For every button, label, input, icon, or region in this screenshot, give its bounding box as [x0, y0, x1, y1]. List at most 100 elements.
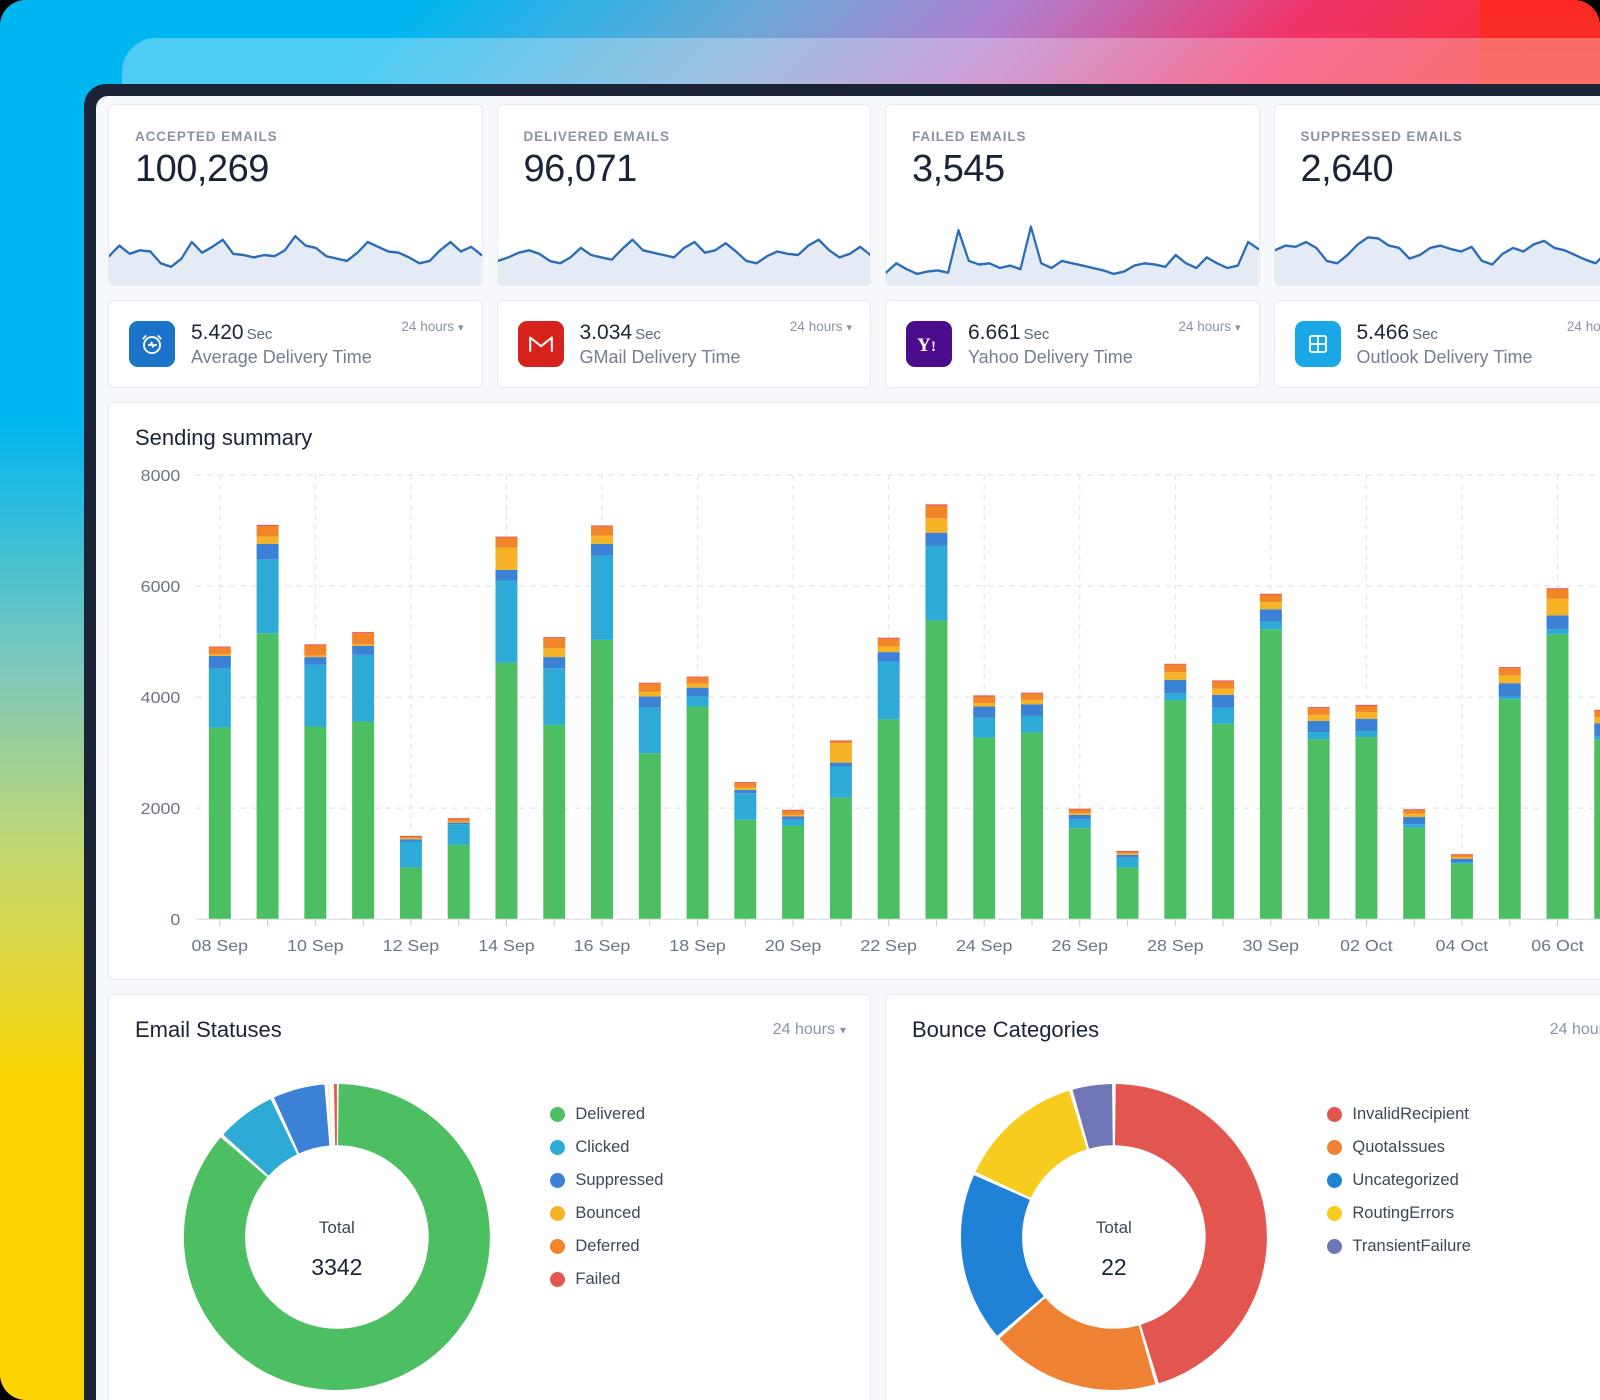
legend-item[interactable]: InvalidRecipient	[1327, 1105, 1600, 1124]
delivery-time-range-label: 24 hours	[789, 319, 843, 334]
svg-text:10 Sep: 10 Sep	[287, 937, 344, 955]
bounce-categories-donut-area: Total 22 InvalidRecipient QuotaIssues Uncat…	[886, 1057, 1600, 1400]
svg-text:28 Sep: 28 Sep	[1147, 937, 1204, 955]
kpi-label: FAILED EMAILS	[912, 129, 1027, 144]
svg-text:22: 22	[1101, 1254, 1127, 1280]
delivery-time-card: Y! 6.661 Sec Yahoo Delivery Time 24 hours ▾	[885, 300, 1260, 388]
delivery-time-range-dropdown[interactable]: 24 hours▾	[790, 319, 852, 334]
bounce-categories-title: Bounce Categories	[912, 1017, 1100, 1042]
svg-text:22 Sep: 22 Sep	[860, 937, 917, 955]
legend-label: TransientFailure	[1352, 1237, 1471, 1255]
legend-label: Clicked	[575, 1138, 630, 1156]
email-statuses-range-dropdown[interactable]: 24 hours ▾	[773, 1021, 846, 1039]
delivery-time-value: 5.466	[1356, 320, 1410, 344]
delivery-time-range-label: 24 hours	[1566, 319, 1600, 334]
kpi-value: 2,640	[1300, 148, 1394, 190]
kpi-label: SUPPRESSED EMAILS	[1300, 129, 1463, 144]
legend-color-dot	[550, 1140, 566, 1155]
svg-text:4000: 4000	[141, 689, 181, 707]
kpi-row: ACCEPTED EMAILS 100,269 DELIVERED EMAILS 96…	[108, 96, 1600, 286]
legend-item[interactable]: Delivered	[550, 1105, 870, 1124]
legend-color-dot	[550, 1107, 566, 1122]
delivery-time-unit: Sec	[246, 325, 273, 343]
delivery-time-value: 3.034	[579, 320, 633, 344]
legend-color-dot	[550, 1206, 566, 1221]
svg-text:08 Sep: 08 Sep	[192, 937, 249, 955]
delivery-time-row: 5.420 Sec Average Delivery Time 24 hours ▾ 3.…	[108, 300, 1600, 388]
email-statuses-title: Email Statuses	[135, 1017, 282, 1042]
legend-item[interactable]: Suppressed	[550, 1171, 870, 1190]
legend-color-dot	[550, 1173, 566, 1188]
svg-text:2000: 2000	[141, 800, 181, 818]
bounce-categories-donut: Total 22	[886, 1057, 1327, 1400]
bounce-categories-range-dropdown[interactable]: 24 hours▾	[1550, 1021, 1600, 1039]
legend-label: InvalidRecipient	[1352, 1105, 1469, 1123]
kpi-sparkline	[497, 213, 870, 285]
delivery-time-card: 3.034 Sec GMail Delivery Time 24 hours ▾	[496, 300, 871, 388]
chevron-down-icon: ▾	[1234, 322, 1241, 334]
svg-text:26 Sep: 26 Sep	[1052, 937, 1109, 955]
kpi-card: FAILED EMAILS 3,545	[885, 104, 1260, 286]
kpi-sparkline	[1274, 213, 1600, 285]
yahoo-icon: Y!	[906, 321, 952, 367]
delivery-time-value: 5.420	[191, 320, 244, 344]
svg-text:0: 0	[170, 911, 180, 929]
svg-text:8000: 8000	[141, 467, 181, 485]
legend-item[interactable]: Failed	[550, 1270, 870, 1289]
delivery-time-texts: 5.466 Sec Outlook Delivery Time	[1357, 321, 1600, 368]
svg-text:Total: Total	[1096, 1218, 1132, 1237]
kpi-value: 3,545	[912, 148, 1005, 190]
legend-color-dot	[1327, 1239, 1343, 1254]
legend-color-dot	[1327, 1107, 1343, 1122]
gmail-icon	[517, 321, 564, 367]
delivery-time-unit: Sec	[635, 325, 661, 343]
kpi-card: DELIVERED EMAILS 96,071	[496, 104, 871, 286]
legend-label: Bounced	[575, 1204, 641, 1222]
kpi-sparkline	[886, 213, 1259, 285]
chevron-down-icon: ▾	[839, 1023, 846, 1037]
legend-color-dot	[1327, 1173, 1343, 1188]
legend-item[interactable]: QuotaIssues	[1327, 1138, 1600, 1157]
legend-label: Delivered	[575, 1105, 646, 1123]
delivery-time-range-dropdown[interactable]: 24 hours▾	[1178, 319, 1240, 334]
delivery-time-name: GMail Delivery Time	[579, 346, 741, 367]
kpi-card: SUPPRESSED EMAILS 2,640	[1273, 104, 1600, 286]
email-statuses-panel: Email Statuses 24 hours ▾ Total 3342 Deliv…	[108, 994, 871, 1400]
svg-text:20 Sep: 20 Sep	[765, 937, 822, 955]
svg-text:!: !	[931, 339, 936, 355]
svg-text:12 Sep: 12 Sep	[383, 937, 440, 955]
email-statuses-range-label: 24 hours	[772, 1021, 835, 1038]
legend-item[interactable]: RoutingErrors	[1327, 1204, 1600, 1223]
svg-text:02 Oct: 02 Oct	[1340, 937, 1393, 955]
chevron-down-icon: ▾	[457, 322, 464, 334]
svg-text:24 Sep: 24 Sep	[956, 937, 1013, 955]
delivery-time-value: 6.661	[968, 320, 1021, 344]
legend-item[interactable]: Clicked	[550, 1138, 870, 1157]
svg-text:6000: 6000	[141, 578, 181, 596]
legend-item[interactable]: Deferred	[550, 1237, 870, 1256]
legend-label: Uncategorized	[1352, 1171, 1459, 1189]
legend-label: QuotaIssues	[1352, 1138, 1446, 1156]
delivery-time-card: 5.466SecOutlook Delivery Time24 hours▾	[1273, 300, 1600, 388]
sending-summary-panel: Sending summary 0 2000 4000 6000 8000 08 Sep 1…	[108, 402, 1600, 980]
legend-color-dot	[1327, 1206, 1343, 1221]
kpi-value: 96,071	[523, 148, 638, 190]
legend-item[interactable]: Bounced	[550, 1204, 870, 1223]
delivery-time-range-dropdown[interactable]: 24 hours▾	[1567, 319, 1600, 334]
email-statuses-donut: Total 3342	[109, 1057, 550, 1400]
bounce-categories-legend: InvalidRecipient QuotaIssues Uncategorized…	[1327, 1057, 1600, 1270]
svg-text:04 Oct: 04 Oct	[1436, 937, 1489, 955]
delivery-time-range-dropdown[interactable]: 24 hours▾	[401, 319, 463, 334]
legend-item[interactable]: Uncategorized	[1327, 1171, 1600, 1190]
svg-text:Total: Total	[319, 1218, 355, 1237]
legend-item[interactable]: TransientFailure	[1327, 1237, 1600, 1256]
delivery-time-unit: Sec	[1023, 325, 1050, 343]
legend-color-dot	[550, 1239, 566, 1254]
delivery-time-card: 5.420 Sec Average Delivery Time 24 hours ▾	[108, 300, 483, 388]
kpi-label: DELIVERED EMAILS	[523, 129, 670, 144]
email-statuses-legend: Delivered Clicked Suppressed Bounced Deferre…	[550, 1057, 870, 1303]
delivery-time-name: Average Delivery Time	[191, 346, 372, 367]
kpi-label: ACCEPTED EMAILS	[135, 129, 278, 144]
delivery-time-name: Yahoo Delivery Time	[968, 346, 1133, 367]
outlook-icon	[1294, 321, 1341, 367]
